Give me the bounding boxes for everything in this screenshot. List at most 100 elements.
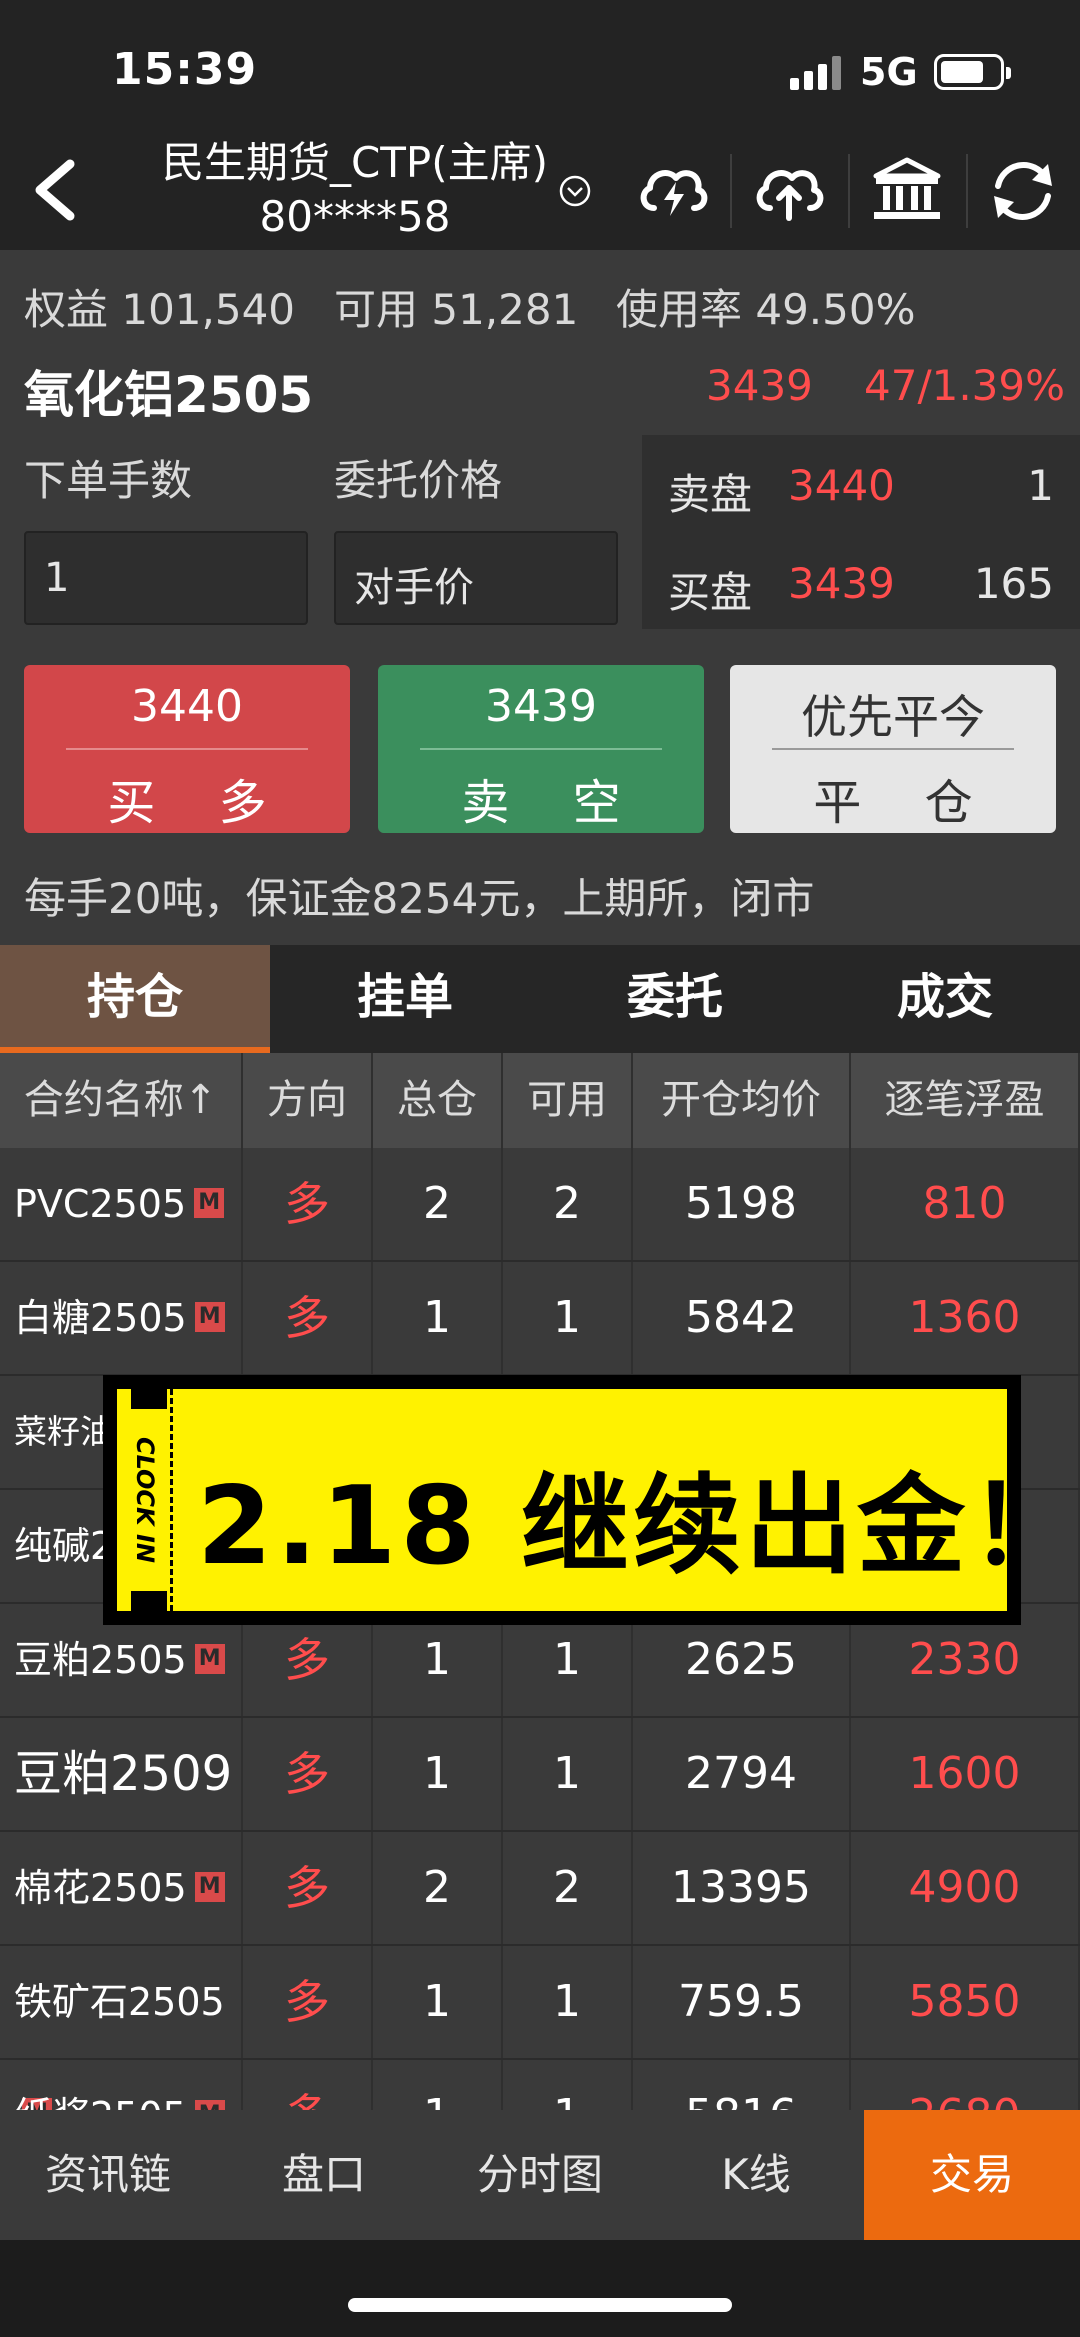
cell-total: 1 <box>373 1718 503 1830</box>
nav-timeshare[interactable]: 分时图 <box>432 2110 648 2240</box>
cell-direction-text: 多 <box>284 1291 330 1345</box>
banner-body: CLOCK IN 2.18 继续出金！ <box>117 1387 1077 1613</box>
chevron-down-icon[interactable] <box>558 174 592 208</box>
cell-contract: 棉花2505 M <box>0 1832 243 1944</box>
cell-available: 1 <box>503 1262 633 1374</box>
cell-available-text: 2 <box>553 1862 581 1913</box>
table-header: 合约名称↑ 方向 总仓 可用 开仓均价 逐笔浮盈 <box>0 1053 1080 1148</box>
order-panel: 下单手数 委托价格 1 对手价 卖盘 3440 1 买盘 3439 165 34… <box>0 425 1080 945</box>
cell-float-pl: 1600 <box>851 1718 1080 1830</box>
order-book: 卖盘 3440 1 买盘 3439 165 <box>642 435 1080 629</box>
quantity-input[interactable]: 1 <box>24 531 308 625</box>
cell-total: 2 <box>373 1832 503 1944</box>
cell-avg-price: 5198 <box>633 1148 851 1260</box>
cell-direction: 多 <box>243 1148 373 1260</box>
cell-contract: 铁矿石2505M <box>0 1946 243 2113</box>
tab-pending[interactable]: 挂单 <box>270 945 540 1053</box>
cell-total-text: 1 <box>423 1292 451 1343</box>
home-indicator[interactable] <box>348 2298 732 2312</box>
price-type-label: 委托价格 <box>334 456 503 505</box>
main-contract-badge: M <box>194 1301 225 1332</box>
tab-trades[interactable]: 成交 <box>810 945 1080 1053</box>
cell-avg-price-text: 5842 <box>685 1292 797 1343</box>
cell-available-text: 1 <box>553 1292 581 1343</box>
sell-price: 3439 <box>485 681 597 732</box>
cell-available-text: 1 <box>553 1976 581 2027</box>
cell-contract-text: 豆粕2509 <box>14 1746 233 1802</box>
sell-short-button[interactable]: 3439 卖 空 <box>378 665 704 833</box>
cell-direction: 多 <box>243 1832 373 1944</box>
cell-float-pl: 5850 <box>851 1946 1080 2058</box>
app-header: 民生期货_CTP(主席) 80****58 <box>0 130 1080 250</box>
cell-total: 1 <box>373 2060 503 2113</box>
table-row[interactable]: PVC2505 M 多 2 2 5198 810 <box>0 1148 1080 1262</box>
nav-depth[interactable]: 盘口 <box>216 2110 432 2240</box>
bank-icon[interactable] <box>870 156 944 226</box>
broker-title: 民生期货_CTP(主席) <box>161 138 549 187</box>
cell-contract-text: 纯碱2 <box>14 1524 115 1568</box>
cell-available: 2 <box>503 1148 633 1260</box>
cell-contract: 白糖2505 M <box>0 1262 243 1374</box>
close-position-button[interactable]: 优先平今 平 仓 <box>730 665 1056 833</box>
main-contract-badge: M <box>194 1643 225 1674</box>
tab-orders[interactable]: 委托 <box>540 945 810 1053</box>
table-row[interactable]: 纸浆2505M多1158162680 <box>0 2060 1080 2113</box>
cell-direction: 多 <box>243 1262 373 1374</box>
cell-direction: 多 <box>243 1718 373 1830</box>
button-divider <box>66 748 308 750</box>
cell-direction-text: 多 <box>284 1975 330 2029</box>
cloud-lightning-icon[interactable] <box>636 156 710 226</box>
table-row[interactable]: 铁矿石2505M 多 1 1 759.5 5850 <box>0 1946 1080 2113</box>
cell-contract: 豆粕2509 <box>0 1718 243 1830</box>
cell-contract-text: 菜籽油 <box>14 1412 113 1451</box>
refresh-icon[interactable] <box>986 156 1060 226</box>
cell-float-pl: 810 <box>851 1148 1080 1260</box>
cell-float-pl: 1360 <box>851 1262 1080 1374</box>
cell-direction: 多 <box>243 1946 373 2058</box>
header-total[interactable]: 总仓 <box>373 1053 503 1148</box>
ask-quantity: 1 <box>1027 461 1054 510</box>
cell-total: 1 <box>373 1262 503 1374</box>
cell-float-pl-text: 810 <box>922 1178 1007 1229</box>
header-direction[interactable]: 方向 <box>243 1053 373 1148</box>
table-row[interactable]: 棉花2505 M 多 2 2 13395 4900 <box>0 1832 1080 1946</box>
nav-news[interactable]: 资讯链 <box>0 2110 216 2240</box>
header-divider <box>966 154 968 228</box>
cell-available-text: 2 <box>553 1178 581 1229</box>
bottom-nav: 资讯链 盘口 分时图 K线 交易 <box>0 2110 1080 2240</box>
ask-price[interactable]: 3440 <box>788 461 895 510</box>
cell-contract-text: PVC2505 <box>14 1182 187 1226</box>
tab-positions[interactable]: 持仓 <box>0 945 270 1053</box>
status-bar: 15:39 5G <box>0 0 1080 130</box>
back-arrow-icon[interactable] <box>22 152 92 228</box>
buy-long-button[interactable]: 3440 买 多 <box>24 665 350 833</box>
cell-direction-text: 多 <box>284 1633 330 1687</box>
battery-icon <box>934 54 1011 90</box>
cell-total: 1 <box>373 1946 503 2058</box>
last-price: 3439 <box>706 361 813 410</box>
nav-trade[interactable]: 交易 <box>864 2110 1080 2240</box>
signal-icon <box>790 56 844 90</box>
header-available[interactable]: 可用 <box>503 1053 633 1148</box>
account-selector[interactable]: 民生期货_CTP(主席) 80****58 <box>130 136 580 244</box>
cell-contract: 纸浆2505M <box>0 2060 243 2113</box>
buy-price: 3440 <box>131 681 243 732</box>
cell-total-text: 1 <box>423 1976 451 2027</box>
table-row[interactable]: 白糖2505 M 多 1 1 5842 1360 <box>0 1262 1080 1376</box>
button-divider <box>420 748 662 750</box>
header-avg-price[interactable]: 开仓均价 <box>633 1053 851 1148</box>
cell-float-pl-text: 1360 <box>908 1292 1021 1343</box>
cell-available: 1 <box>503 2060 633 2113</box>
instrument-row: 氧化铝2505 3439 47/1.39% <box>0 335 1080 435</box>
header-contract[interactable]: 合约名称↑ <box>0 1053 243 1148</box>
price-type-input[interactable]: 对手价 <box>334 531 618 625</box>
cloud-upload-icon[interactable] <box>752 156 826 226</box>
table-row[interactable]: 豆粕2509 多 1 1 2794 1600 <box>0 1718 1080 1832</box>
close-label: 平 仓 <box>813 775 997 831</box>
nav-kline[interactable]: K线 <box>648 2110 864 2240</box>
cell-direction-text: 多 <box>284 1747 330 1801</box>
bid-price[interactable]: 3439 <box>788 559 895 608</box>
header-float-pl[interactable]: 逐笔浮盈 <box>851 1053 1080 1148</box>
button-divider <box>772 748 1014 750</box>
instrument-name[interactable]: 氧化铝2505 <box>24 355 313 427</box>
